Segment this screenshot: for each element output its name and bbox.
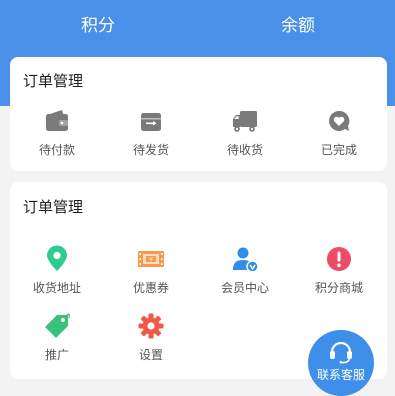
headset-icon xyxy=(330,341,352,364)
truck-icon xyxy=(233,111,257,132)
service-item-points-mall[interactable]: 积分商城 xyxy=(299,245,379,296)
svg-text:¥: ¥ xyxy=(149,257,153,264)
service-item-label: 积分商城 xyxy=(314,281,363,295)
services-card-title: 订单管理 xyxy=(23,198,84,216)
service-item-promotion[interactable]: 推广 xyxy=(17,312,97,363)
service-item-label: 会员中心 xyxy=(220,281,269,295)
order-item-label: 待付款 xyxy=(38,143,75,157)
order-item-label: 待收货 xyxy=(226,143,263,157)
wallet-icon xyxy=(46,110,68,131)
tab-points[interactable]: 积分 xyxy=(38,12,158,40)
gear-icon xyxy=(138,313,164,339)
order-item-label: 待发货 xyxy=(132,143,169,157)
order-item-pending-receipt[interactable]: 待收货 xyxy=(205,107,285,158)
tag-icon xyxy=(45,313,70,338)
service-item-address[interactable]: 收货地址 xyxy=(17,245,97,296)
service-item-member-center[interactable]: 会员中心 xyxy=(205,245,285,296)
exclamation-icon xyxy=(327,247,351,271)
customer-service-button[interactable]: 联系客服 xyxy=(308,330,374,396)
service-item-label: 收货地址 xyxy=(32,281,81,295)
order-item-pending-shipment[interactable]: 待发货 xyxy=(111,107,191,158)
tab-balance[interactable]: 余额 xyxy=(238,12,358,40)
order-card: 订单管理 待付款 待发货 待收货 已完成 xyxy=(10,57,387,171)
order-item-completed[interactable]: 已完成 xyxy=(299,107,379,158)
chat-heart-icon xyxy=(329,110,350,131)
service-item-label: 优惠券 xyxy=(132,281,169,295)
service-item-label: 设置 xyxy=(138,348,163,362)
delivery-box-icon xyxy=(141,113,161,131)
service-item-label: 推广 xyxy=(44,348,69,362)
location-pin-icon xyxy=(47,245,67,271)
service-item-coupon[interactable]: ¥ 优惠券 xyxy=(111,245,191,296)
coupon-icon: ¥ xyxy=(138,251,164,267)
service-item-settings[interactable]: 设置 xyxy=(111,312,191,363)
member-user-icon xyxy=(233,247,259,273)
order-card-title: 订单管理 xyxy=(23,72,84,90)
order-item-label: 已完成 xyxy=(320,143,357,157)
order-item-pending-payment[interactable]: 待付款 xyxy=(17,107,97,158)
customer-service-label: 联系客服 xyxy=(316,368,365,382)
